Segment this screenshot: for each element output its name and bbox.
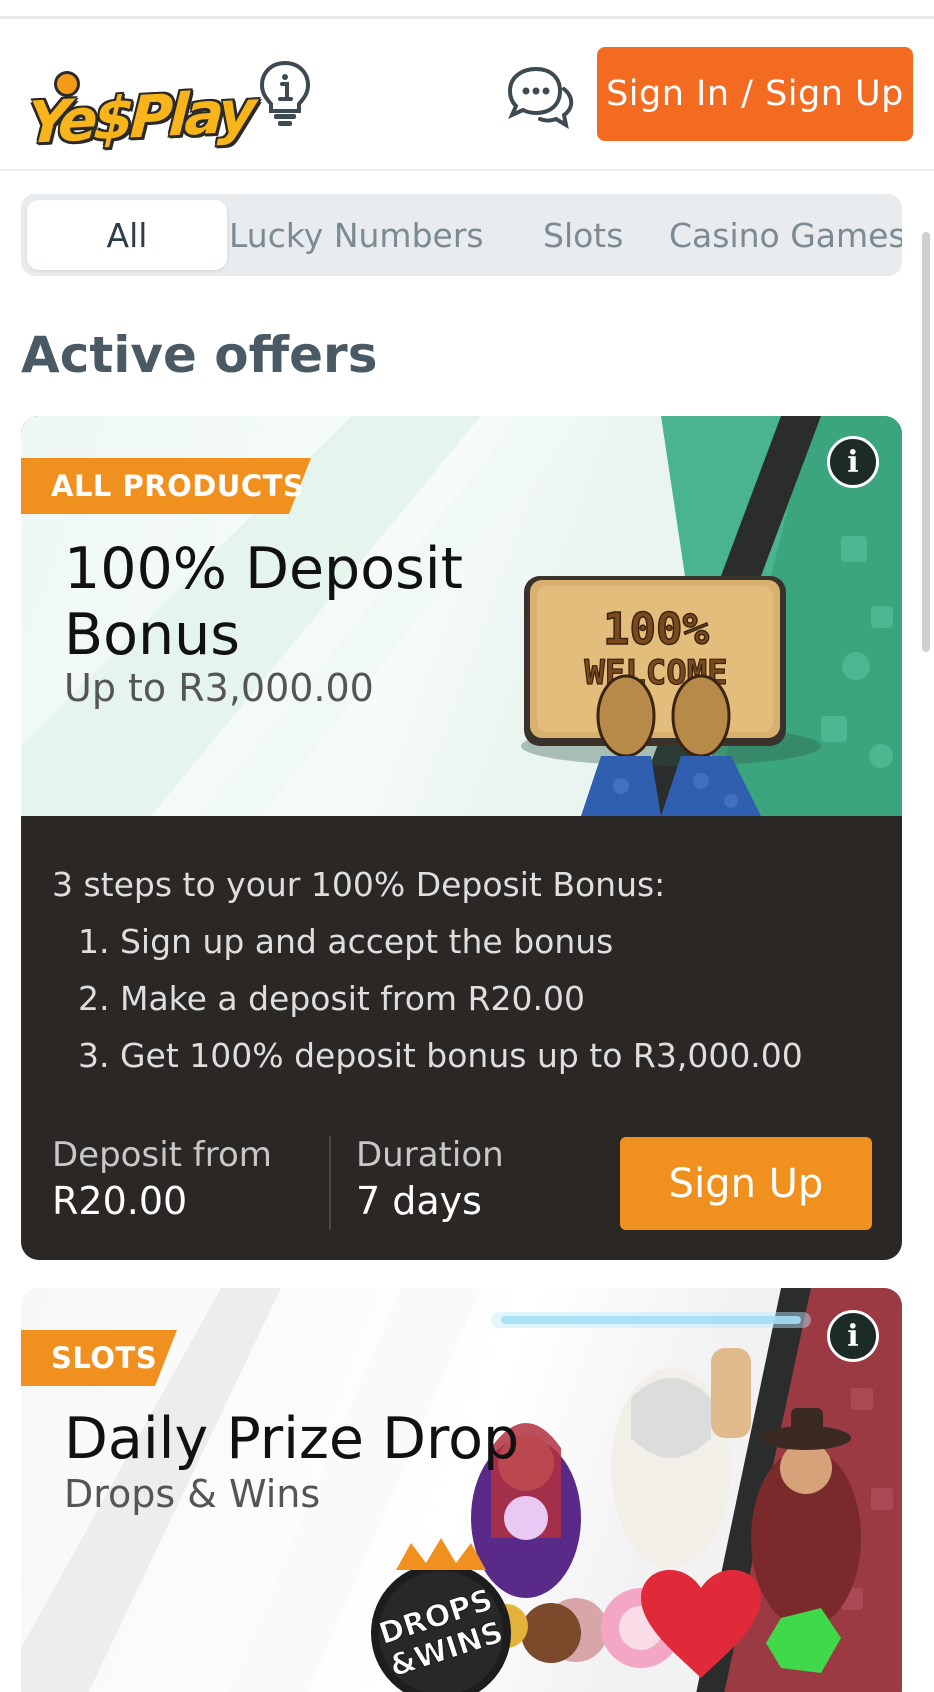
info-icon[interactable]: i xyxy=(827,436,879,488)
offer-subtitle: Drops & Wins xyxy=(64,1472,321,1516)
sign-up-button[interactable]: Sign Up xyxy=(620,1137,872,1230)
tab-all[interactable]: All xyxy=(27,200,227,270)
tab-slots[interactable]: Slots xyxy=(543,194,623,276)
chat-bubbles-icon[interactable] xyxy=(504,63,576,131)
app-header: Ye$Play Sign In / Sign Up xyxy=(0,19,934,171)
offer-tag-label: ALL PRODUCTS xyxy=(51,469,305,503)
steps-heading: 3 steps to your 100% Deposit Bonus: xyxy=(52,865,666,904)
offer-tag: ALL PRODUCTS xyxy=(21,458,311,514)
lightbulb-info-icon[interactable] xyxy=(258,59,312,129)
step-item: 3. Get 100% deposit bonus up to R3,000.0… xyxy=(78,1036,803,1075)
deposit-from-block: Deposit from R20.00 xyxy=(52,1132,272,1224)
deposit-from-label: Deposit from xyxy=(52,1135,272,1175)
deposit-from-value: R20.00 xyxy=(52,1179,188,1223)
offer-hero-banner: 100% WELCOME ALL PRODUCTS i 100% Deposit… xyxy=(21,416,902,816)
offer-steps: 3 steps to your 100% Deposit Bonus: 1. S… xyxy=(52,856,803,1084)
logo-text: Ye$Play xyxy=(25,77,255,157)
offer-subtitle: Up to R3,000.00 xyxy=(64,666,374,710)
offer-title-line1: 100% Deposit xyxy=(64,536,463,602)
duration-value: 7 days xyxy=(356,1179,482,1223)
duration-block: Duration 7 days xyxy=(356,1132,504,1224)
offer-title: Daily Prize Drop xyxy=(64,1406,520,1472)
page-scrollbar[interactable] xyxy=(922,232,930,652)
image-text-100: 100% xyxy=(603,604,709,655)
offer-tag: SLOTS xyxy=(21,1330,177,1386)
category-tabs: All Lucky Numbers Slots Casino Games xyxy=(21,194,902,276)
offer-card-deposit-bonus: 100% WELCOME ALL PRODUCTS i 100% Deposit… xyxy=(21,416,902,1260)
tab-casino-games[interactable]: Casino Games xyxy=(669,194,902,276)
offer-card-daily-prize-drop: DROPS &WINS SLOTS i Daily Prize Drop Dro… xyxy=(21,1288,902,1692)
page-title: Active offers xyxy=(21,326,378,384)
info-icon[interactable]: i xyxy=(827,1310,879,1362)
yesplay-logo[interactable]: Ye$Play xyxy=(24,45,254,163)
meta-divider xyxy=(329,1136,331,1230)
duration-label: Duration xyxy=(356,1135,504,1175)
offer-title-line2: Bonus xyxy=(64,602,240,668)
step-item: 1. Sign up and accept the bonus xyxy=(78,922,614,961)
step-item: 2. Make a deposit from R20.00 xyxy=(78,979,585,1018)
offer-tag-label: SLOTS xyxy=(51,1341,158,1375)
offer-hero-banner: DROPS &WINS SLOTS i Daily Prize Drop Dro… xyxy=(21,1288,902,1692)
tab-lucky-numbers[interactable]: Lucky Numbers xyxy=(229,194,484,276)
sign-in-sign-up-button[interactable]: Sign In / Sign Up xyxy=(597,47,913,141)
